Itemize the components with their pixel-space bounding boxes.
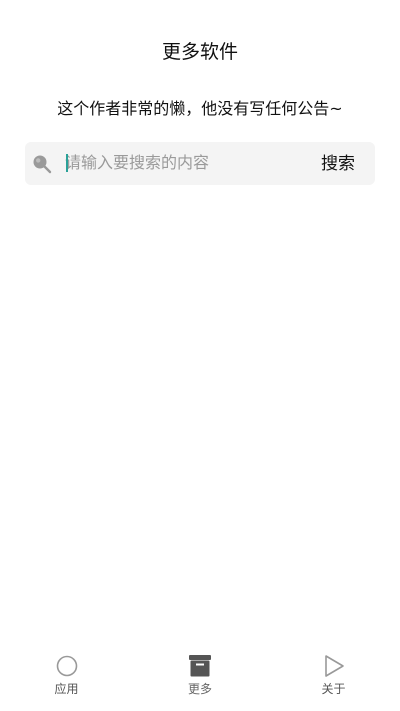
nav-item-about[interactable]: 关于: [267, 651, 400, 711]
archive-box-icon: [188, 654, 212, 678]
search-input[interactable]: [65, 148, 295, 176]
nav-label-apps: 应用: [54, 682, 79, 696]
page-title: 更多软件: [161, 41, 238, 63]
bottom-nav: 应用 更多 关于: [0, 651, 400, 711]
circle-icon: [55, 654, 79, 678]
announcement-text: 这个作者非常的懒，他没有写任何公告~: [57, 99, 343, 118]
play-triangle-icon: [322, 654, 346, 678]
text-caret: [66, 154, 68, 172]
nav-label-about: 关于: [321, 682, 346, 696]
search-icon: [31, 153, 53, 175]
screen: 更多软件 这个作者非常的懒，他没有写任何公告~ 搜索 应用: [0, 0, 400, 711]
nav-label-more: 更多: [187, 682, 212, 696]
search-button[interactable]: 搜索: [317, 151, 359, 177]
nav-item-apps[interactable]: 应用: [0, 651, 133, 711]
search-bar: 搜索: [25, 142, 375, 185]
nav-item-more[interactable]: 更多: [134, 651, 267, 711]
